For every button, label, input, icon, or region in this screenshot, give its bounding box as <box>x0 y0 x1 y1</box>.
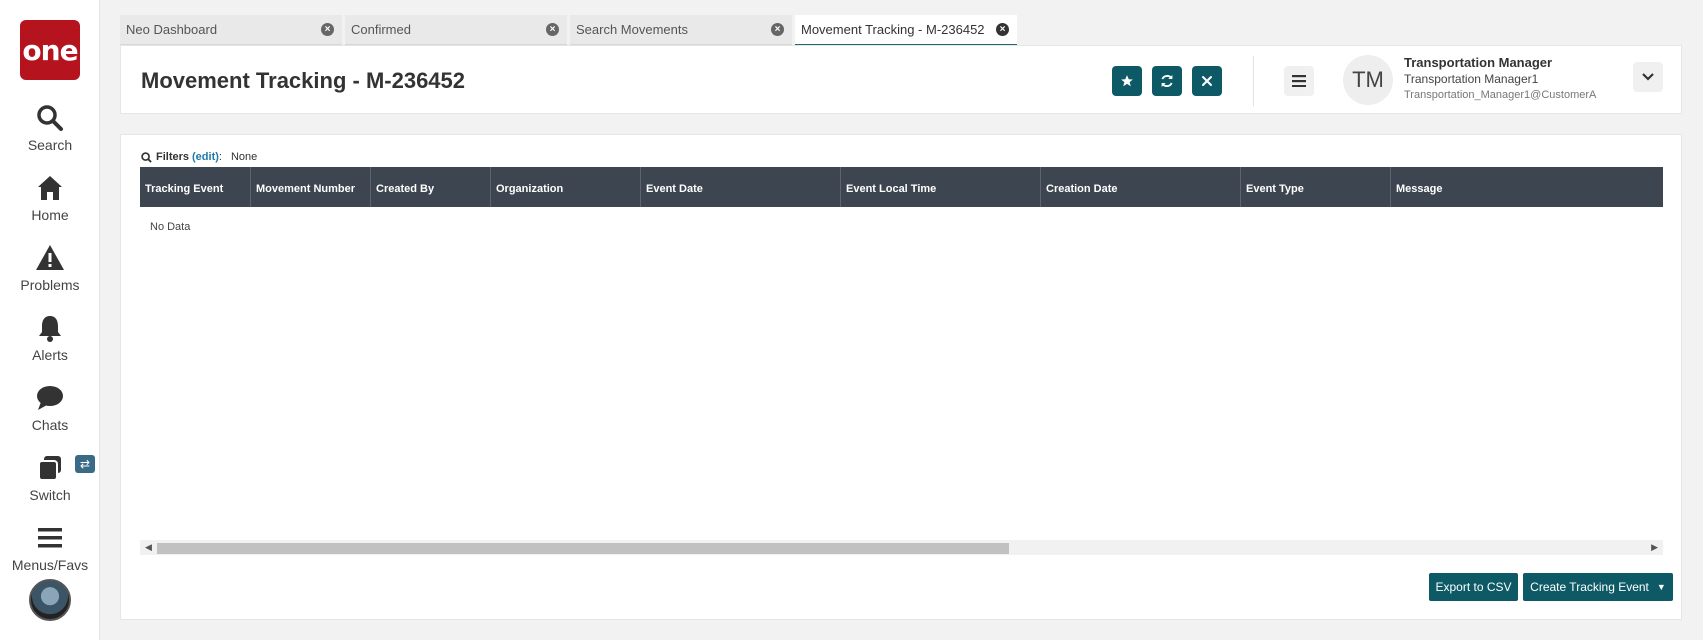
column-header[interactable]: Message <box>1391 167 1663 207</box>
tab-label: Neo Dashboard <box>126 22 218 37</box>
column-header[interactable]: Creation Date <box>1041 167 1241 207</box>
filters-label: Filters <box>156 151 190 163</box>
sidebar-item-chats[interactable]: Chats <box>0 383 100 435</box>
sidebar-item-label: Home <box>31 207 69 223</box>
tab-search-movements[interactable]: Search Movements × <box>570 15 792 45</box>
close-icon[interactable]: × <box>546 23 559 36</box>
assistant-avatar[interactable] <box>29 579 71 621</box>
sidebar-item-label: Chats <box>31 417 69 433</box>
create-tracking-event-button[interactable]: Create Tracking Event ▼ <box>1523 573 1673 601</box>
grid-header: Tracking Event Movement Number Created B… <box>140 167 1663 207</box>
hamburger-icon <box>1292 75 1306 87</box>
app-logo[interactable]: one <box>20 20 80 80</box>
sidebar-item-label: Switch <box>29 487 71 503</box>
filters-bar: Filters (edit): None <box>141 151 257 163</box>
sidebar: one Search Home Problems Alerts Chats Sw… <box>0 0 100 640</box>
close-icon <box>1202 76 1212 86</box>
chat-icon <box>37 386 63 410</box>
page-title: Movement Tracking - M-236452 <box>141 68 466 93</box>
warning-icon <box>36 245 64 270</box>
sidebar-item-label: Search <box>27 137 73 153</box>
refresh-button[interactable] <box>1152 66 1182 96</box>
scrollbar-thumb[interactable] <box>157 543 1009 554</box>
tab-label: Confirmed <box>351 22 411 37</box>
column-header[interactable]: Movement Number <box>251 167 371 207</box>
tab-bar: Neo Dashboard × Confirmed × Search Movem… <box>120 15 1020 46</box>
chevron-down-icon <box>1642 73 1654 81</box>
favorite-button[interactable] <box>1112 66 1142 96</box>
sidebar-item-problems[interactable]: Problems <box>0 243 100 295</box>
tab-confirmed[interactable]: Confirmed × <box>345 15 567 45</box>
create-tracking-event-label: Create Tracking Event <box>1530 580 1649 594</box>
sidebar-item-home[interactable]: Home <box>0 173 100 225</box>
sidebar-item-alerts[interactable]: Alerts <box>0 313 100 365</box>
user-email: Transportation_Manager1@CustomerA <box>1404 89 1597 101</box>
close-icon[interactable]: × <box>996 23 1009 36</box>
column-header[interactable]: Event Type <box>1241 167 1391 207</box>
grid-empty-message: No Data <box>150 221 191 233</box>
tab-movement-tracking[interactable]: Movement Tracking - M-236452 × <box>795 15 1017 46</box>
filters-edit-link[interactable]: (edit) <box>192 151 219 163</box>
sidebar-item-label: Menus/Favs <box>11 557 89 573</box>
close-icon[interactable]: × <box>321 23 334 36</box>
user-avatar[interactable]: TM <box>1343 55 1393 105</box>
main-panel: Filters (edit): None Tracking Event Move… <box>120 134 1682 620</box>
bell-icon <box>39 316 61 342</box>
sidebar-item-search[interactable]: Search <box>0 103 100 155</box>
sidebar-item-label: Alerts <box>32 347 68 363</box>
sidebar-item-menus-favs[interactable]: Menus/Favs <box>0 523 100 575</box>
column-header[interactable]: Organization <box>491 167 641 207</box>
scroll-left-icon[interactable]: ◀ <box>145 542 152 553</box>
scroll-right-icon[interactable]: ▶ <box>1651 542 1658 553</box>
column-header[interactable]: Event Date <box>641 167 841 207</box>
user-name: Transportation Manager <box>1404 55 1553 70</box>
user-role: Transportation Manager1 <box>1404 72 1539 86</box>
star-icon <box>1121 75 1133 87</box>
tab-label: Movement Tracking - M-236452 <box>801 22 985 37</box>
refresh-icon <box>1161 74 1173 88</box>
filters-value: None <box>230 151 258 163</box>
hamburger-icon <box>38 528 62 548</box>
sidebar-item-label: Problems <box>20 277 80 293</box>
column-header[interactable]: Created By <box>371 167 491 207</box>
tab-neo-dashboard[interactable]: Neo Dashboard × <box>120 15 342 45</box>
switch-icon <box>38 456 61 481</box>
export-csv-button[interactable]: Export to CSV <box>1429 573 1518 601</box>
close-icon[interactable]: × <box>771 23 784 36</box>
search-icon <box>141 151 152 163</box>
page-header: Movement Tracking - M-236452 TM Transpor… <box>120 45 1682 114</box>
filters-colon: : <box>218 151 222 163</box>
close-page-button[interactable] <box>1192 66 1222 96</box>
column-header[interactable]: Tracking Event <box>140 167 251 207</box>
horizontal-scrollbar[interactable]: ◀ ▶ <box>140 540 1663 555</box>
tab-label: Search Movements <box>576 22 688 37</box>
search-icon <box>37 105 63 131</box>
header-divider <box>1253 56 1254 106</box>
page-menu-button[interactable] <box>1284 66 1314 96</box>
switch-badge[interactable]: ⇄ <box>75 455 95 473</box>
caret-down-icon[interactable]: ▼ <box>1657 582 1666 592</box>
column-header[interactable]: Event Local Time <box>841 167 1041 207</box>
home-icon <box>38 176 62 200</box>
user-menu-dropdown[interactable] <box>1633 62 1663 92</box>
